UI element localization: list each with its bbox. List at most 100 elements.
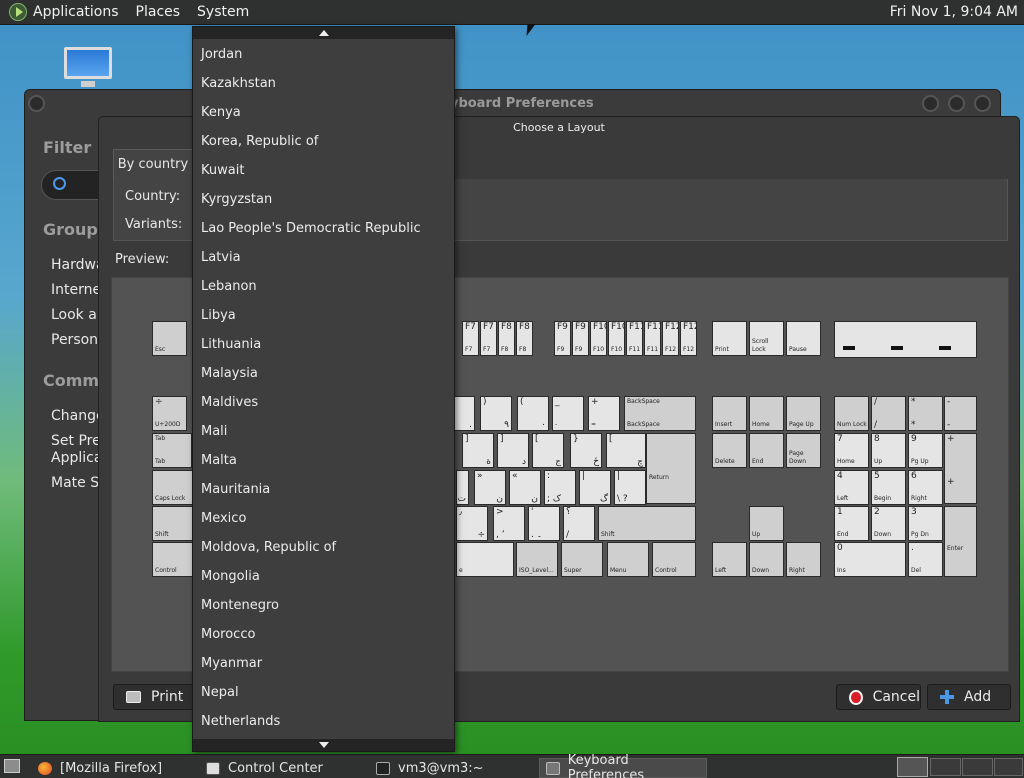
dropdown-country-item[interactable]: Nepal [201, 678, 451, 707]
dropdown-country-item[interactable]: Kazakhstan [201, 69, 451, 98]
key-arrow-left: Left [712, 542, 747, 577]
dropdown-country-item[interactable]: Libya [201, 301, 451, 330]
key-shift-left: Shift [152, 506, 194, 541]
dropdown-country-item[interactable]: Montenegro [201, 591, 451, 620]
mate-logo-icon[interactable] [9, 3, 27, 21]
dropdown-country-item[interactable]: Latvia [201, 243, 451, 272]
printer-icon [126, 691, 141, 703]
common-item-mate-sys[interactable]: Mate Sys [51, 475, 101, 491]
cancel-button[interactable]: Cancel [836, 684, 921, 710]
maximize-icon[interactable] [948, 95, 965, 112]
scroll-down-arrow-icon[interactable] [193, 739, 454, 751]
key-return: Return [646, 433, 696, 504]
dropdown-country-item[interactable]: Myanmar [201, 649, 451, 678]
computer-desktop-icon[interactable] [64, 47, 112, 87]
task-keyboard-preferences[interactable]: Keyboard Preferences [539, 753, 707, 778]
panel-clock[interactable]: Fri Nov 1, 9:04 AM [890, 4, 1018, 20]
task-label: [Mozilla Firefox] [60, 760, 163, 776]
workspace-cell[interactable] [930, 758, 961, 776]
led-indicator [843, 346, 855, 350]
key-kp-4: 4 Left [834, 470, 869, 505]
dropdown-country-item[interactable]: Korea, Republic of [201, 127, 451, 156]
dropdown-country-item[interactable]: Morocco [201, 620, 451, 649]
key-bracket-open: [ج [532, 433, 564, 468]
dropdown-country-item[interactable]: Lithuania [201, 330, 451, 359]
dropdown-country-item[interactable]: Moldova, Republic of [201, 533, 451, 562]
top-panel: Applications Places System Fri Nov 1, 9:… [0, 0, 1024, 25]
key-print: Print [712, 321, 747, 356]
key-backspace: BackSpace BackSpace [624, 396, 696, 431]
dropdown-country-item[interactable]: Mexico [201, 504, 451, 533]
key-period: >, ٬ [493, 506, 525, 541]
search-icon [53, 177, 66, 190]
key-9: . [454, 396, 475, 431]
key-f7: F7 F7 [462, 321, 479, 356]
group-internet[interactable]: Internet [51, 282, 101, 298]
key-tab: Tab Tab [152, 433, 192, 468]
group-look-and-feel[interactable]: Look and [51, 307, 101, 323]
menu-applications[interactable]: Applications [33, 4, 119, 20]
key-guillemet: «ن [509, 470, 541, 505]
key-f10b: F10F10 [608, 321, 625, 356]
dropdown-country-item[interactable]: Mongolia [201, 562, 451, 591]
key-kp-plus: + + [944, 433, 977, 504]
key-menu: Menu [607, 542, 649, 577]
dropdown-country-item[interactable]: Maldives [201, 388, 451, 417]
key-kp-7: 7 Home [834, 433, 869, 468]
workspace-switcher-icon[interactable] [897, 757, 928, 777]
print-button[interactable]: Print [113, 684, 198, 710]
common-item-applicat[interactable]: Applicat [51, 450, 101, 466]
key-f10: F10F10 [590, 321, 607, 356]
dropdown-country-item[interactable]: Jordan [201, 40, 451, 69]
task-terminal[interactable]: vm3@vm3:~ [376, 758, 484, 778]
country-dropdown-list[interactable]: Jordan Kazakhstan Kenya Korea, Republic of K… [192, 26, 455, 752]
key-kp-enter: Enter [944, 506, 977, 577]
dropdown-country-item[interactable]: Mauritania [201, 475, 451, 504]
key-slash: ؟ / [563, 506, 595, 541]
key-caps-lock: Caps Lock [152, 470, 194, 505]
dropdown-country-item[interactable]: Malaysia [201, 359, 451, 388]
dropdown-country-item[interactable]: Netherlands [201, 707, 451, 736]
key-end: End [749, 433, 784, 468]
close-icon[interactable] [974, 95, 991, 112]
dropdown-country-item[interactable]: Kyrgyzstan [201, 185, 451, 214]
led-indicator [939, 346, 951, 350]
scroll-up-arrow-icon[interactable] [193, 27, 454, 39]
show-desktop-icon[interactable] [4, 759, 20, 773]
key-esc: Esc [152, 321, 187, 356]
workspace-cell[interactable] [962, 758, 993, 776]
workspace-cell[interactable] [994, 758, 1023, 776]
country-label: Country: [125, 189, 181, 204]
group-personal[interactable]: Personal [51, 332, 101, 348]
key-brace-close: } ځ [570, 433, 602, 468]
tab-by-country[interactable]: By country [113, 149, 193, 179]
terminal-icon [376, 761, 390, 775]
key-comma: '. ۔ [528, 506, 560, 541]
group-hardware[interactable]: Hardware [51, 257, 101, 273]
task-label: vm3@vm3:~ [398, 760, 484, 776]
dropdown-country-item[interactable]: Kuwait [201, 156, 451, 185]
task-firefox[interactable]: [Mozilla Firefox] [38, 758, 162, 778]
add-label: Add [964, 689, 992, 705]
dropdown-country-item[interactable]: Lao People's Democratic Republic [201, 214, 451, 243]
menu-system[interactable]: System [197, 4, 249, 20]
key-insert: Insert [712, 396, 747, 431]
common-item-change[interactable]: Change [51, 408, 101, 424]
key-comma-ar: ٫ ÷ [456, 506, 488, 541]
menu-places[interactable]: Places [136, 4, 181, 20]
common-item-set-pref[interactable]: Set Pref [51, 433, 101, 449]
dropdown-country-item[interactable]: Mali [201, 417, 451, 446]
add-button[interactable]: Add [927, 684, 1011, 710]
dropdown-country-item[interactable]: Malta [201, 446, 451, 475]
key-control-right: Control [652, 542, 696, 577]
cancel-label: Cancel [872, 689, 920, 705]
dropdown-country-item[interactable]: Lebanon [201, 272, 451, 301]
dropdown-country-item[interactable]: Kenya [201, 98, 451, 127]
key-f11b: F11F11 [644, 321, 661, 356]
minimize-icon[interactable] [922, 95, 939, 112]
key-arrow-right: Right [786, 542, 821, 577]
variants-label: Variants: [125, 217, 183, 232]
key-pause: Pause [786, 321, 821, 356]
task-control-center[interactable]: Control Center [206, 758, 323, 778]
key-num-lock: Num Lock [834, 396, 869, 431]
